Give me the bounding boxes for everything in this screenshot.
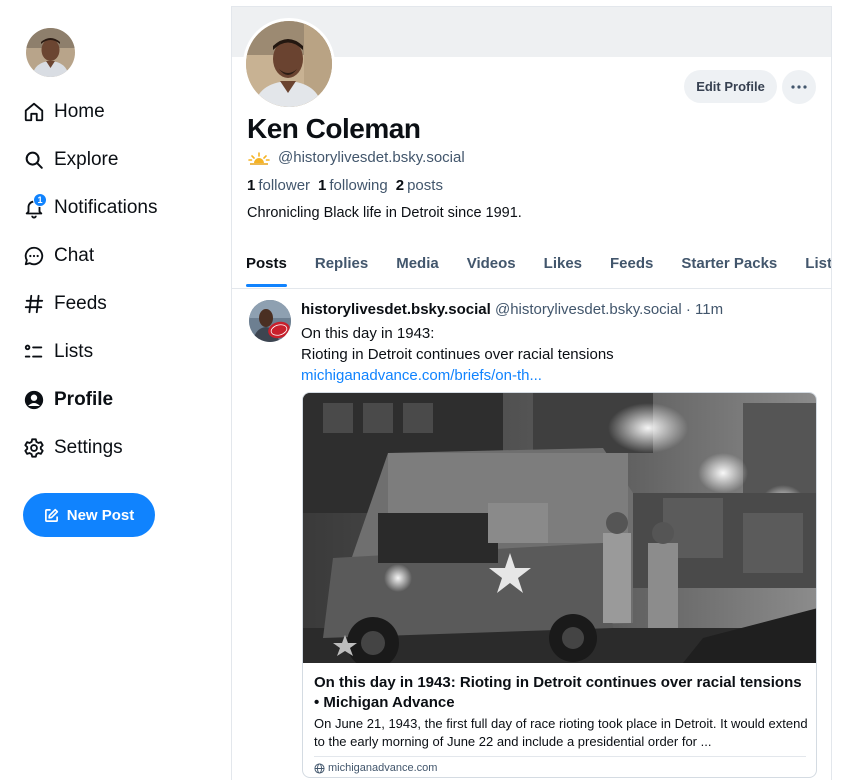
profile-tabs: Posts Replies Media Videos Likes Feeds S… (232, 247, 831, 289)
profile-bio: Chronicling Black life in Detroit since … (247, 205, 522, 221)
profile-avatar[interactable] (243, 18, 335, 110)
hash-icon (22, 292, 46, 316)
tab-lists[interactable]: List (805, 247, 831, 288)
tab-likes[interactable]: Likes (544, 247, 582, 288)
followers-stat[interactable]: 1 follower (247, 177, 310, 194)
link-preview-divider (314, 756, 806, 757)
main-column: Edit Profile Ken Coleman @historylivesde… (231, 6, 832, 780)
posts-stat: 2 posts (395, 177, 443, 194)
tab-videos[interactable]: Videos (467, 247, 516, 288)
compose-icon (44, 508, 58, 522)
globe-icon (314, 762, 325, 774)
post-meta: @historylivesdet.bsky.social · 11m (494, 301, 724, 318)
tab-replies[interactable]: Replies (315, 247, 368, 288)
post-author-name[interactable]: historylivesdet.bsky.social (301, 301, 491, 318)
nav-item-feeds[interactable]: Feeds (22, 280, 158, 328)
nav-item-notifications[interactable]: 1 Notifications (22, 184, 158, 232)
profile-display-name: Ken Coleman (247, 113, 421, 144)
profile-stats: 1 follower 1 following 2 posts (247, 177, 443, 194)
search-icon (22, 148, 46, 172)
post-author-avatar[interactable] (249, 300, 291, 342)
nav-item-chat[interactable]: Chat (22, 232, 158, 280)
user-circle-icon (22, 388, 46, 412)
profile-handle: @historylivesdet.bsky.social (278, 149, 465, 166)
nav-item-profile[interactable]: Profile (22, 376, 158, 424)
nav-item-settings[interactable]: Settings (22, 424, 158, 472)
tab-feeds[interactable]: Feeds (610, 247, 653, 288)
home-icon (22, 100, 46, 124)
post-link[interactable]: michiganadvance.com/briefs/on-th... (301, 365, 614, 386)
gear-icon (22, 436, 46, 460)
nav-label-settings: Settings (54, 437, 123, 458)
following-stat[interactable]: 1 following (318, 177, 388, 194)
post-text-line: Rioting in Detroit continues over racial… (301, 346, 614, 363)
new-post-button[interactable]: New Post (23, 493, 155, 537)
chat-icon (22, 244, 46, 268)
nav-item-home[interactable]: Home (22, 88, 158, 136)
link-preview-description: On June 21, 1943, the first full day of … (314, 716, 808, 749)
sun-emoji-icon (248, 151, 270, 165)
bell-icon: 1 (22, 193, 47, 220)
nav-label-chat: Chat (54, 245, 95, 266)
link-preview-card[interactable]: On this day in 1943: Rioting in Detroit … (302, 392, 817, 778)
link-preview-image (303, 393, 816, 663)
nav-label-lists: Lists (54, 341, 94, 362)
nav-label-home: Home (54, 101, 105, 122)
post-body: On this day in 1943: Rioting in Detroit … (301, 323, 614, 386)
profile-handle-row: @historylivesdet.bsky.social (248, 149, 465, 166)
edit-profile-button[interactable]: Edit Profile (684, 70, 777, 103)
left-sidebar: Home Explore 1 Notifications Chat Feeds … (0, 0, 231, 780)
tab-starter-packs[interactable]: Starter Packs (681, 247, 777, 288)
tab-posts[interactable]: Posts (246, 247, 287, 288)
nav-item-explore[interactable]: Explore (22, 136, 158, 184)
list-icon (22, 340, 46, 364)
nav-item-lists[interactable]: Lists (22, 328, 158, 376)
nav-avatar[interactable] (26, 28, 75, 77)
notification-badge: 1 (33, 193, 47, 207)
link-preview-title: On this day in 1943: Rioting in Detroit … (314, 674, 802, 711)
link-preview-domain-row: michiganadvance.com (314, 762, 437, 774)
new-post-label: New Post (66, 506, 135, 524)
post-text-line: On this day in 1943: (301, 325, 435, 342)
nav-label-explore: Explore (54, 149, 119, 170)
nav-label-profile: Profile (54, 389, 114, 410)
nav-label-feeds: Feeds (54, 293, 107, 314)
nav-label-notifications: Notifications (54, 197, 158, 218)
nav-list: Home Explore 1 Notifications Chat Feeds … (22, 88, 158, 472)
ellipsis-icon (791, 85, 807, 89)
link-preview-domain: michiganadvance.com (328, 762, 438, 774)
tab-media[interactable]: Media (396, 247, 439, 288)
post-header: historylivesdet.bsky.social @historylive… (301, 301, 723, 318)
more-options-button[interactable] (782, 70, 816, 104)
